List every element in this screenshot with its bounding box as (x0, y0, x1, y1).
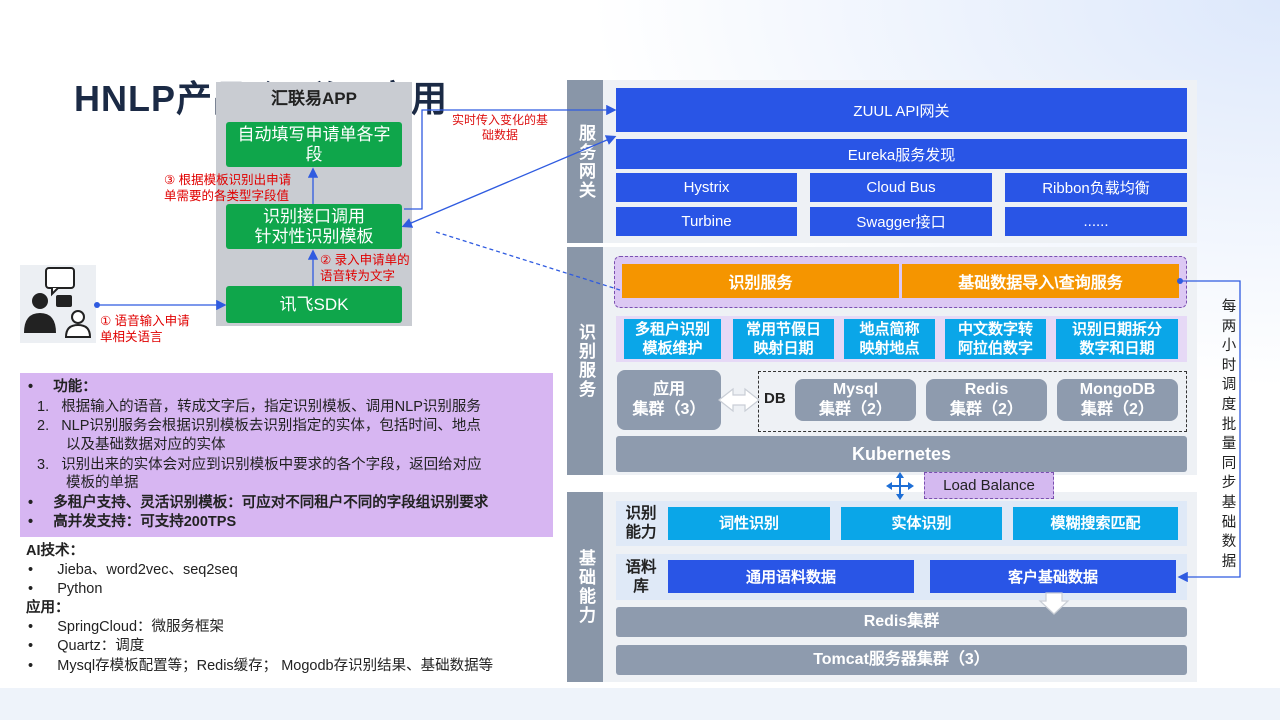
app-item-2: • Quartz：调度 (28, 638, 145, 654)
app-item-text: Mysql存模板配置等；Redis缓存； Mogodb存识别结果、基础数据等 (57, 658, 494, 674)
feature-bold-1: • 多租户支持、灵活识别模板：可应对不同租户不同的字段组识别要求 (28, 495, 489, 511)
feature-item-text: 识别出来的实体会对应到识别模板中要求的各个字段，返回给对应 (61, 457, 482, 473)
ai-item-text: Python (57, 581, 103, 597)
feature-bold-2: • 高并发支持：可支持200TPS (28, 514, 237, 530)
feature-item-3: 3. 识别出来的实体会对应到识别模板中要求的各个字段，返回给对应 (37, 457, 482, 473)
ai-item-2: • Python (28, 581, 103, 597)
app-item-text: SpringCloud：微服务框架 (57, 619, 225, 635)
ai-item-1: • Jieba、word2vec、seq2seq (28, 562, 238, 578)
feature-item-text: NLP识别服务会根据识别模板去识别指定的实体，包括时间、地点 (61, 418, 481, 434)
features-heading: • 功能： (28, 379, 97, 395)
features-panel (20, 373, 553, 537)
feature-item-2-cont: 以及基础数据对应的实体 (66, 437, 226, 453)
connector-arrows (94, 104, 1241, 615)
feature-bold-text: 高并发支持：可支持200TPS (53, 514, 237, 530)
feature-item-1: 1. 根据输入的语音，转成文字后，指定识别模板、调用NLP识别服务 (37, 399, 481, 415)
app-item-text: Quartz：调度 (57, 638, 145, 654)
feature-item-2: 2. NLP识别服务会根据识别模板去识别指定的实体，包括时间、地点 (37, 418, 481, 434)
feature-item-text: 根据输入的语音，转成文字后，指定识别模板、调用NLP识别服务 (61, 399, 481, 415)
feature-item-3-cont: 模板的单据 (66, 475, 139, 491)
app-item-3: • Mysql存模板配置等；Redis缓存； Mogodb存识别结果、基础数据等 (28, 658, 494, 674)
feature-bold-text: 多租户支持、灵活识别模板：可应对不同租户不同的字段组识别要求 (53, 495, 489, 511)
ai-item-text: Jieba、word2vec、seq2seq (57, 562, 238, 578)
ai-heading: AI技术： (26, 543, 84, 559)
features-heading-text: 功能： (53, 379, 97, 395)
app-heading: 应用： (26, 600, 70, 616)
app-item-1: • SpringCloud：微服务框架 (28, 619, 225, 635)
